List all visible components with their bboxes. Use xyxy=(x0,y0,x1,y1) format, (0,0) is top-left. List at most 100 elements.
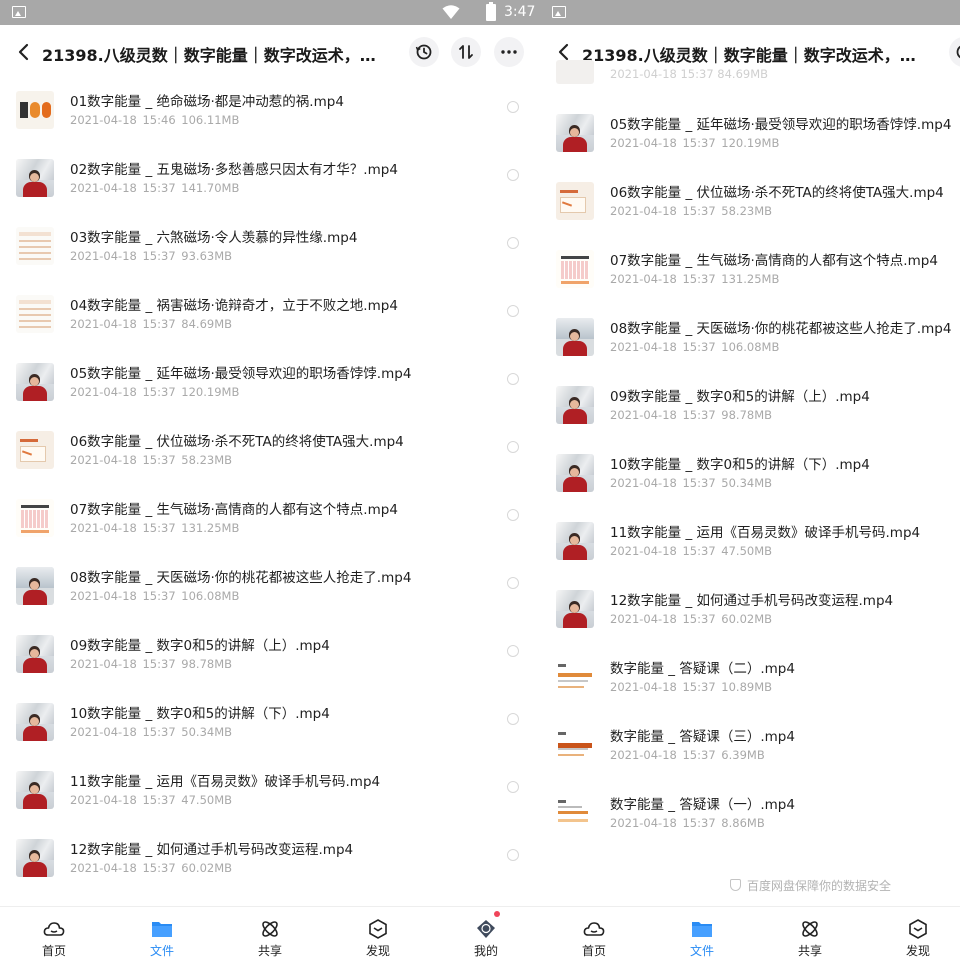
nav-mine[interactable]: 我的 xyxy=(456,907,516,960)
select-radio[interactable] xyxy=(507,509,519,521)
sort-button[interactable] xyxy=(451,37,481,67)
video-thumbnail xyxy=(16,227,54,265)
file-date: 2021-04-18 15:37 xyxy=(70,181,176,195)
file-date: 2021-04-18 15:37 xyxy=(610,340,716,354)
select-radio[interactable] xyxy=(507,713,519,725)
file-size: 98.78MB xyxy=(721,408,773,422)
file-row[interactable]: 数字能量 _ 答疑课（一）.mp4 2021-04-18 15:37 8.86MB xyxy=(540,793,960,861)
file-meta: 2021-04-18 15:37 141.70MB xyxy=(70,181,239,195)
file-date: 2021-04-18 15:46 xyxy=(70,113,176,127)
select-radio[interactable] xyxy=(507,781,519,793)
video-thumbnail xyxy=(16,159,54,197)
file-row[interactable]: 12数字能量 _ 如何通过手机号码改变运程.mp4 2021-04-18 15:3… xyxy=(540,589,960,657)
file-size: 50.34MB xyxy=(721,476,773,490)
bottom-navigation: 首页 文件 共享 发现 我的 xyxy=(0,906,540,960)
file-row[interactable]: 06数字能量 _ 伏位磁场·杀不死TA的终将使TA强大.mp4 2021-04-1… xyxy=(540,181,960,249)
file-name: 03数字能量 _ 六煞磁场·令人羡慕的异性缘.mp4 xyxy=(70,230,358,246)
nav-files[interactable]: 文件 xyxy=(672,907,732,960)
file-meta: 2021-04-18 15:46 106.11MB xyxy=(70,113,239,127)
file-row[interactable]: 05数字能量 _ 延年磁场·最受领导欢迎的职场香饽饽.mp4 2021-04-18… xyxy=(0,362,540,430)
file-row[interactable]: 10数字能量 _ 数字0和5的讲解（下）.mp4 2021-04-18 15:37… xyxy=(540,453,960,521)
folder-icon xyxy=(152,922,172,937)
file-name: 11数字能量 _ 运用《百易灵数》破译手机号码.mp4 xyxy=(70,774,381,790)
more-button[interactable] xyxy=(494,37,524,67)
file-date: 2021-04-18 15:37 xyxy=(70,453,176,467)
file-date: 2021-04-18 15:37 xyxy=(610,680,716,694)
file-meta: 2021-04-18 15:37 98.78MB xyxy=(70,657,232,671)
history-button[interactable] xyxy=(409,37,439,67)
file-row[interactable]: 07数字能量 _ 生气磁场·高情商的人都有这个特点.mp4 2021-04-18 … xyxy=(540,249,960,317)
avatar-icon xyxy=(477,920,495,938)
file-date: 2021-04-18 15:37 xyxy=(70,385,176,399)
nav-mine-label: 我的 xyxy=(473,944,498,958)
select-radio[interactable] xyxy=(507,849,519,861)
file-size: 58.23MB xyxy=(181,453,233,467)
file-row[interactable]: 10数字能量 _ 数字0和5的讲解（下）.mp4 2021-04-18 15:37… xyxy=(0,702,540,770)
nav-home[interactable]: 首页 xyxy=(24,907,84,960)
sort-icon xyxy=(459,45,473,59)
file-row[interactable]: 07数字能量 _ 生气磁场·高情商的人都有这个特点.mp4 2021-04-18 … xyxy=(0,498,540,566)
select-radio[interactable] xyxy=(507,101,519,113)
video-thumbnail xyxy=(556,726,594,764)
nav-discover[interactable]: 发现 xyxy=(348,907,408,960)
file-row[interactable]: 数字能量 _ 答疑课（二）.mp4 2021-04-18 15:37 10.89M… xyxy=(540,657,960,725)
nav-files[interactable]: 文件 xyxy=(132,907,192,960)
file-row[interactable]: 01数字能量 _ 绝命磁场·都是冲动惹的祸.mp4 2021-04-18 15:4… xyxy=(0,90,540,158)
select-radio[interactable] xyxy=(507,237,519,249)
file-size: 47.50MB xyxy=(721,544,773,558)
file-name: 数字能量 _ 答疑课（三）.mp4 xyxy=(610,729,795,745)
file-row[interactable]: 08数字能量 _ 天医磁场·你的桃花都被这些人抢走了.mp4 2021-04-18… xyxy=(0,566,540,634)
back-arrow-icon[interactable] xyxy=(554,42,574,62)
file-row[interactable]: 11数字能量 _ 运用《百易灵数》破译手机号码.mp4 2021-04-18 15… xyxy=(540,521,960,589)
file-size: 50.34MB xyxy=(181,725,233,739)
file-size: 8.86MB xyxy=(721,816,765,830)
nav-home-label: 首页 xyxy=(41,944,66,958)
file-row[interactable]: 09数字能量 _ 数字0和5的讲解（上）.mp4 2021-04-18 15:37… xyxy=(0,634,540,702)
video-thumbnail xyxy=(16,839,54,877)
video-thumbnail xyxy=(556,590,594,628)
video-thumbnail xyxy=(16,499,54,537)
history-button-right[interactable] xyxy=(949,37,960,67)
file-meta: 2021-04-18 15:37 106.08MB xyxy=(70,589,239,603)
file-size: 131.25MB xyxy=(721,272,780,286)
select-radio[interactable] xyxy=(507,645,519,657)
nav-share[interactable]: 共享 xyxy=(780,907,840,960)
nav-share[interactable]: 共享 xyxy=(240,907,300,960)
cloud-home-icon xyxy=(583,922,605,936)
select-radio[interactable] xyxy=(507,373,519,385)
nav-home[interactable]: 首页 xyxy=(564,907,624,960)
nav-discover[interactable]: 发现 xyxy=(888,907,948,960)
file-row[interactable]: 12数字能量 _ 如何通过手机号码改变运程.mp4 2021-04-18 15:3… xyxy=(0,838,540,906)
history-icon xyxy=(415,44,432,60)
wifi-icon xyxy=(442,5,460,19)
file-row[interactable]: 02数字能量 _ 五鬼磁场·多愁善感只因太有才华？.mp4 2021-04-18 … xyxy=(0,158,540,226)
file-row[interactable]: 09数字能量 _ 数字0和5的讲解（上）.mp4 2021-04-18 15:37… xyxy=(540,385,960,453)
select-radio[interactable] xyxy=(507,441,519,453)
file-row[interactable]: 04数字能量 _ 祸害磁场·诡辩奇才，立于不败之地.mp4 2021-04-18 … xyxy=(0,294,540,362)
file-name: 09数字能量 _ 数字0和5的讲解（上）.mp4 xyxy=(610,389,870,405)
file-row[interactable]: 08数字能量 _ 天医磁场·你的桃花都被这些人抢走了.mp4 2021-04-18… xyxy=(540,317,960,385)
shield-icon xyxy=(730,879,741,891)
file-row[interactable]: 数字能量 _ 答疑课（三）.mp4 2021-04-18 15:37 6.39MB xyxy=(540,725,960,793)
select-radio[interactable] xyxy=(507,577,519,589)
select-radio[interactable] xyxy=(507,305,519,317)
file-name: 08数字能量 _ 天医磁场·你的桃花都被这些人抢走了.mp4 xyxy=(610,321,952,337)
file-meta: 2021-04-18 15:37 47.50MB xyxy=(610,544,772,558)
nav-files-label: 文件 xyxy=(689,944,714,958)
file-meta: 2021-04-18 15:37 60.02MB xyxy=(70,861,232,875)
page-title: 21398.八级灵数｜数字能量｜数字改运术，巧... xyxy=(42,46,387,65)
file-row[interactable]: 03数字能量 _ 六煞磁场·令人羡慕的异性缘.mp4 2021-04-18 15:… xyxy=(0,226,540,294)
video-thumbnail xyxy=(556,250,594,288)
file-size: 120.19MB xyxy=(721,136,780,150)
page-title-right: 21398.八级灵数｜数字能量｜数字改运术，巧... xyxy=(582,46,927,65)
file-row[interactable]: 06数字能量 _ 伏位磁场·杀不死TA的终将使TA强大.mp4 2021-04-1… xyxy=(0,430,540,498)
gallery-notification-icon xyxy=(552,6,566,18)
select-radio[interactable] xyxy=(507,169,519,181)
video-thumbnail xyxy=(556,318,594,356)
file-size: 10.89MB xyxy=(721,680,773,694)
file-row[interactable]: 05数字能量 _ 延年磁场·最受领导欢迎的职场香饽饽.mp4 2021-04-18… xyxy=(540,113,960,181)
video-thumbnail xyxy=(556,386,594,424)
back-arrow-icon[interactable] xyxy=(14,42,34,62)
file-date: 2021-04-18 15:37 xyxy=(70,589,176,603)
file-row[interactable]: 11数字能量 _ 运用《百易灵数》破译手机号码.mp4 2021-04-18 15… xyxy=(0,770,540,838)
